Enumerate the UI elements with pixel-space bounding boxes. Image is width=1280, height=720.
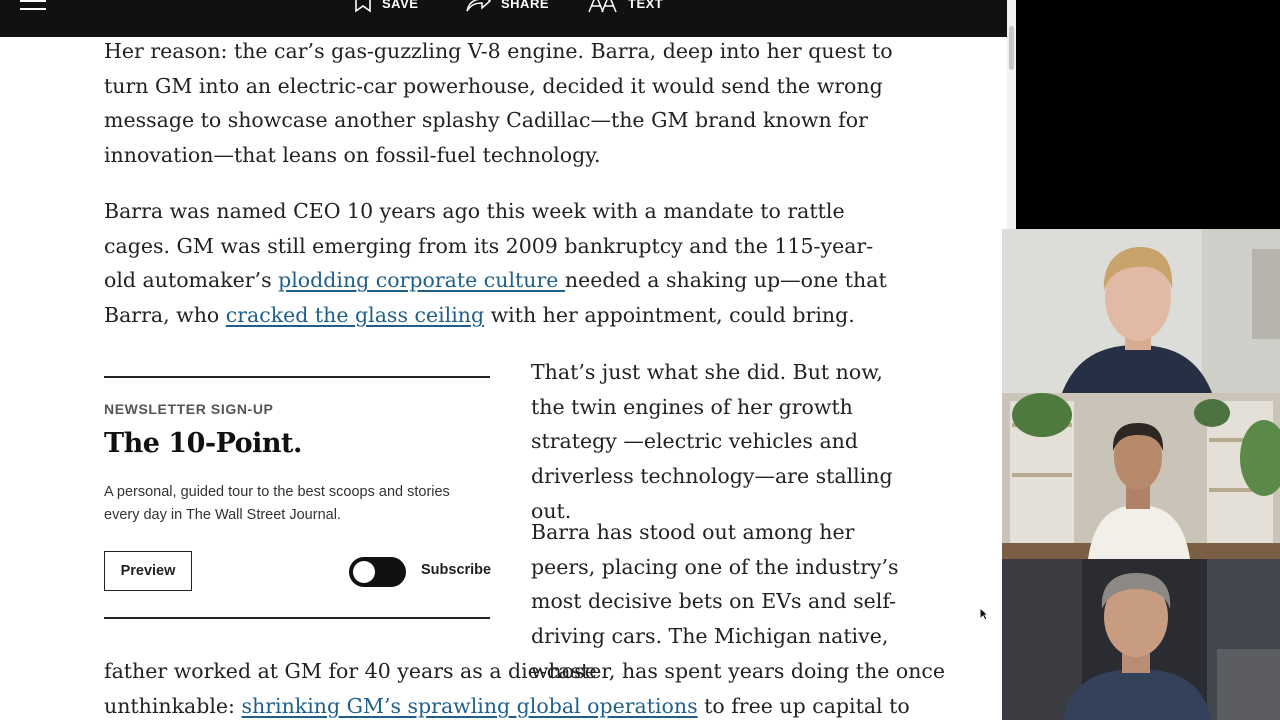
toggle-knob: [353, 561, 375, 583]
paragraph-text: father worked at GM for 40 years as a di…: [104, 659, 946, 683]
scrollbar-thumb[interactable]: [1009, 26, 1014, 70]
newsletter-description: A personal, guided tour to the best scoo…: [104, 484, 450, 523]
preview-button[interactable]: Preview: [104, 551, 192, 591]
article-paragraph-5: father worked at GM for 40 years as a di…: [104, 654, 964, 720]
video-tile-participant-2: [1002, 393, 1280, 559]
article-paragraph-1: Her reason: the car’s gas-guzzling V-8 e…: [104, 39, 893, 168]
glass-ceiling-link[interactable]: cracked the glass ceiling: [226, 303, 484, 327]
hamburger-icon[interactable]: [20, 0, 46, 12]
newsletter-bottom-rule: [104, 617, 490, 619]
text-size-icon: [588, 0, 617, 13]
video-tile-participant-3: [1002, 559, 1280, 720]
subscribe-toggle[interactable]: [349, 557, 406, 587]
save-label: SAVE: [382, 0, 419, 11]
plodding-culture-link[interactable]: plodding corporate culture: [278, 268, 565, 292]
article-page: SAVE SHARE TEXT Her reason: the car’s ga…: [0, 0, 1016, 720]
newsletter-title: The 10-Point.: [104, 428, 302, 459]
article-paragraph-2: Barra was named CEO 10 years ago this we…: [104, 194, 904, 333]
subscribe-label: Subscribe: [421, 562, 492, 578]
newsletter-kicker: NEWSLETTER SIGN-UP: [104, 401, 274, 417]
article-toolbar: SAVE SHARE TEXT: [0, 0, 1007, 37]
newsletter-top-rule: [104, 376, 490, 378]
article-paragraph-3: That’s just what she did. But now, the t…: [531, 360, 893, 523]
video-tile-participant-1: [1002, 229, 1280, 393]
save-button[interactable]: SAVE: [354, 0, 418, 13]
text-size-button[interactable]: TEXT: [588, 0, 663, 13]
text-size-label: TEXT: [628, 0, 664, 11]
paragraph-text: unthinkable:: [104, 693, 242, 718]
share-button[interactable]: SHARE: [465, 0, 549, 13]
paragraph-text: to free up capital to: [697, 693, 910, 718]
participant-video-3: [1002, 559, 1280, 720]
participant-video-1: [1002, 229, 1280, 393]
mouse-cursor: [979, 606, 990, 625]
sprawling-operations-link[interactable]: shrinking GM’s sprawling global operatio…: [241, 694, 697, 718]
share-label: SHARE: [501, 0, 550, 11]
participant-video-2: [1002, 393, 1280, 559]
share-arrow-icon: [466, 0, 491, 12]
bookmark-icon: [355, 0, 371, 13]
paragraph-text: with her appointment, could bring.: [484, 303, 855, 328]
